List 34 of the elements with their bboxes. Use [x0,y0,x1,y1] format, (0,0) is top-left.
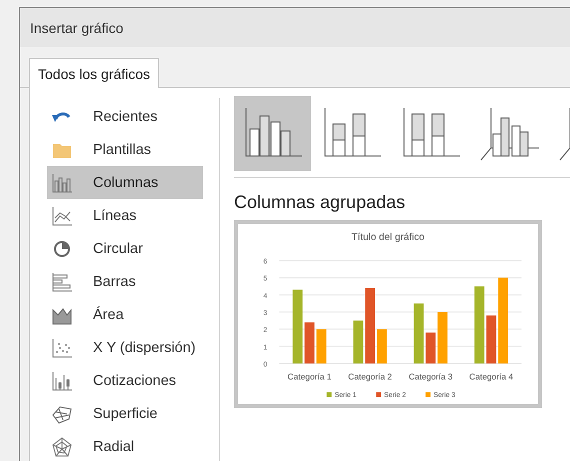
scatter-chart-icon [51,336,73,358]
category-label: Categoría 2 [348,371,392,382]
chart-subtype-button[interactable] [234,96,311,171]
sidebar-item[interactable]: Circular [47,232,203,265]
chart-type-heading: Columnas agrupadas [234,192,406,213]
category-label: Categoría 1 [288,371,332,382]
line-chart-icon [51,204,73,226]
bar [426,332,436,364]
sidebar-item[interactable]: Radial [47,430,203,461]
stock-chart-icon [51,370,73,392]
window-title: Insertar gráfico [30,20,124,36]
bar [316,329,326,364]
category-label: Categoría 3 [408,371,453,382]
sidebar-item[interactable]: Columnas [47,166,203,199]
radar-chart-icon [51,436,73,458]
chart-title: Título del gráfico [352,232,424,243]
sidebar-item[interactable]: Superficie [47,397,203,430]
sidebar-item[interactable]: Área [47,298,203,331]
bar [414,303,424,364]
bar [353,320,364,364]
sidebar-item[interactable]: X Y (dispersión) [47,331,203,364]
category-label: Categoría 4 [469,371,514,382]
sidebar-item[interactable]: Cotizaciones [47,364,203,397]
bar-chart-icon [51,270,73,292]
bar [377,329,387,364]
bar [486,315,496,364]
column-chart-icon [51,172,73,194]
sidebar-item[interactable]: Recientes [47,100,203,133]
sidebar-item[interactable]: Líneas [47,199,203,232]
tab[interactable]: Todos los gráficos [29,58,160,88]
bar [304,322,314,364]
sidebar-item[interactable]: Barras [47,265,203,298]
sidebar-item[interactable]: Plantillas [47,133,203,166]
bar [438,312,448,364]
